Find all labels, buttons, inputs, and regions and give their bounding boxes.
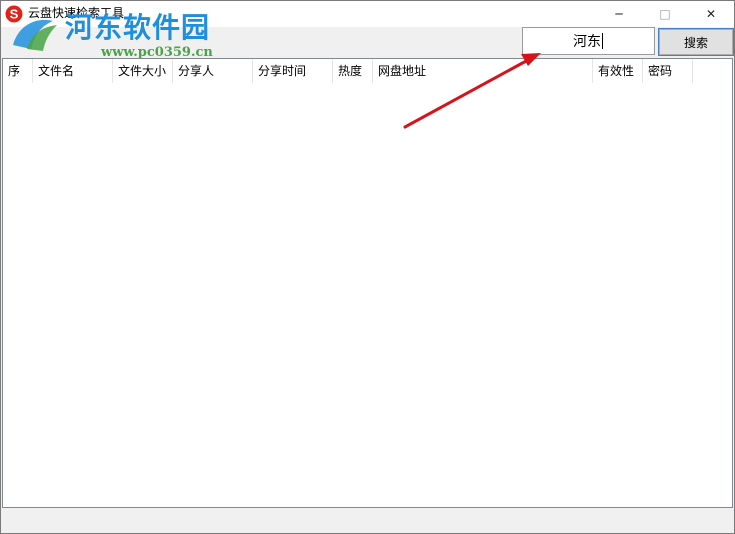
results-header: 序 文件名 文件大小 分享人 分享时间 热度 网盘地址 有效性 密码: [3, 59, 732, 83]
results-list[interactable]: 序 文件名 文件大小 分享人 分享时间 热度 网盘地址 有效性 密码: [2, 58, 733, 508]
col-header-sharer[interactable]: 分享人: [173, 59, 253, 83]
col-header-popularity[interactable]: 热度: [333, 59, 373, 83]
text-caret: [602, 33, 603, 49]
minimize-button[interactable]: ─: [596, 1, 642, 27]
watermark-logo-icon: [13, 19, 57, 51]
close-button[interactable]: ✕: [688, 1, 734, 27]
col-header-share-time[interactable]: 分享时间: [253, 59, 333, 83]
col-header-password[interactable]: 密码: [643, 59, 693, 83]
search-input[interactable]: 河东: [522, 27, 655, 55]
minimize-icon: ─: [615, 7, 623, 21]
maximize-button[interactable]: □: [642, 1, 688, 27]
col-header-filename[interactable]: 文件名: [33, 59, 113, 83]
col-header-index[interactable]: 序: [3, 59, 33, 83]
app-window: S 云盘快速检索工具 ─ □ ✕ 河东软件园 www.pc0359.cn 河东 …: [0, 0, 735, 534]
col-header-link[interactable]: 网盘地址: [373, 59, 593, 83]
search-button[interactable]: 搜索: [658, 28, 734, 56]
watermark-site-name: 河东软件园: [65, 11, 211, 44]
col-header-filesize[interactable]: 文件大小: [113, 59, 173, 83]
search-input-value: 河东: [573, 34, 601, 50]
col-header-validity[interactable]: 有效性: [593, 59, 643, 83]
close-icon: ✕: [705, 7, 717, 21]
maximize-icon: □: [659, 7, 671, 21]
status-bar: [1, 509, 734, 533]
